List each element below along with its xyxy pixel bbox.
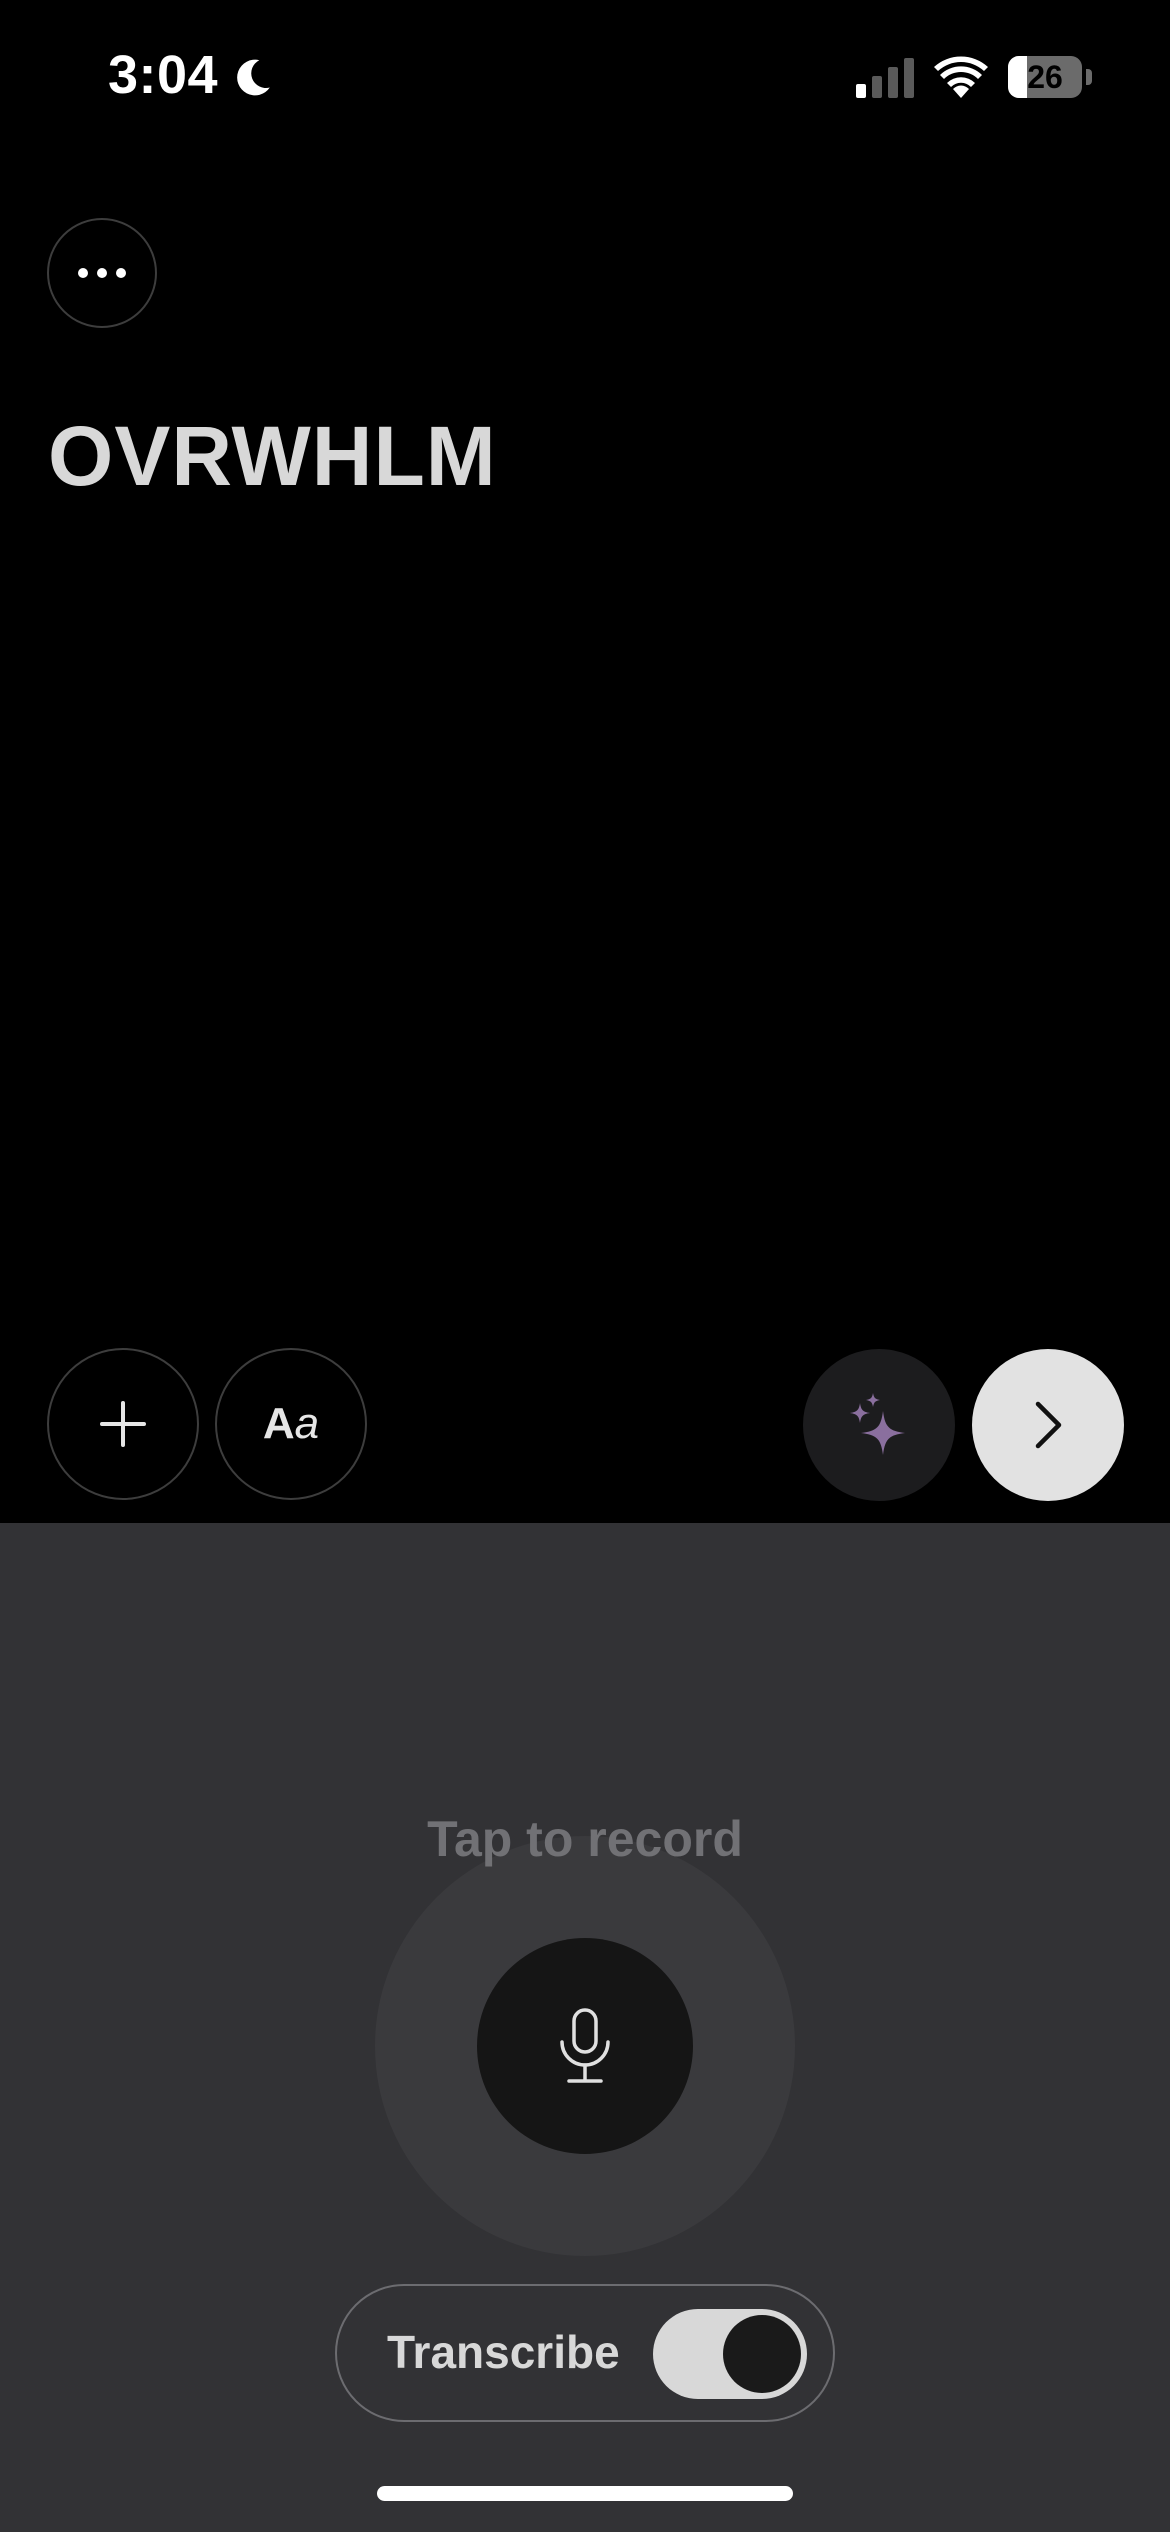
- text-format-label: Aa: [262, 1399, 320, 1448]
- note-title[interactable]: OVRWHLM: [48, 408, 497, 505]
- microphone-icon: [560, 2008, 610, 2083]
- ellipsis-icon: [78, 268, 126, 278]
- ai-assist-button[interactable]: [803, 1349, 955, 1501]
- text-format-button[interactable]: Aa: [215, 1348, 367, 1500]
- battery-icon: 26: [1008, 56, 1092, 98]
- transcribe-label: Transcribe: [387, 2326, 620, 2378]
- transcribe-control: Transcribe: [335, 2284, 835, 2422]
- more-options-button[interactable]: [47, 218, 157, 328]
- next-button[interactable]: [972, 1349, 1124, 1501]
- moon-icon: [237, 59, 270, 96]
- toggle-knob: [723, 2315, 801, 2393]
- status-bar: 3:04 26: [0, 0, 1170, 150]
- wifi-icon: [934, 56, 988, 98]
- battery-percent: 26: [1027, 59, 1063, 95]
- home-indicator[interactable]: [377, 2486, 793, 2501]
- record-button[interactable]: [477, 1938, 693, 2154]
- cellular-signal-icon: [856, 58, 914, 98]
- status-time: 3:04: [108, 45, 219, 105]
- plus-icon: [100, 1401, 146, 1447]
- chevron-right-icon: [1035, 1401, 1062, 1449]
- transcribe-toggle[interactable]: [653, 2309, 807, 2399]
- sparkles-icon: [850, 1393, 905, 1455]
- add-button[interactable]: [47, 1348, 199, 1500]
- record-prompt: Tap to record: [427, 1811, 743, 1867]
